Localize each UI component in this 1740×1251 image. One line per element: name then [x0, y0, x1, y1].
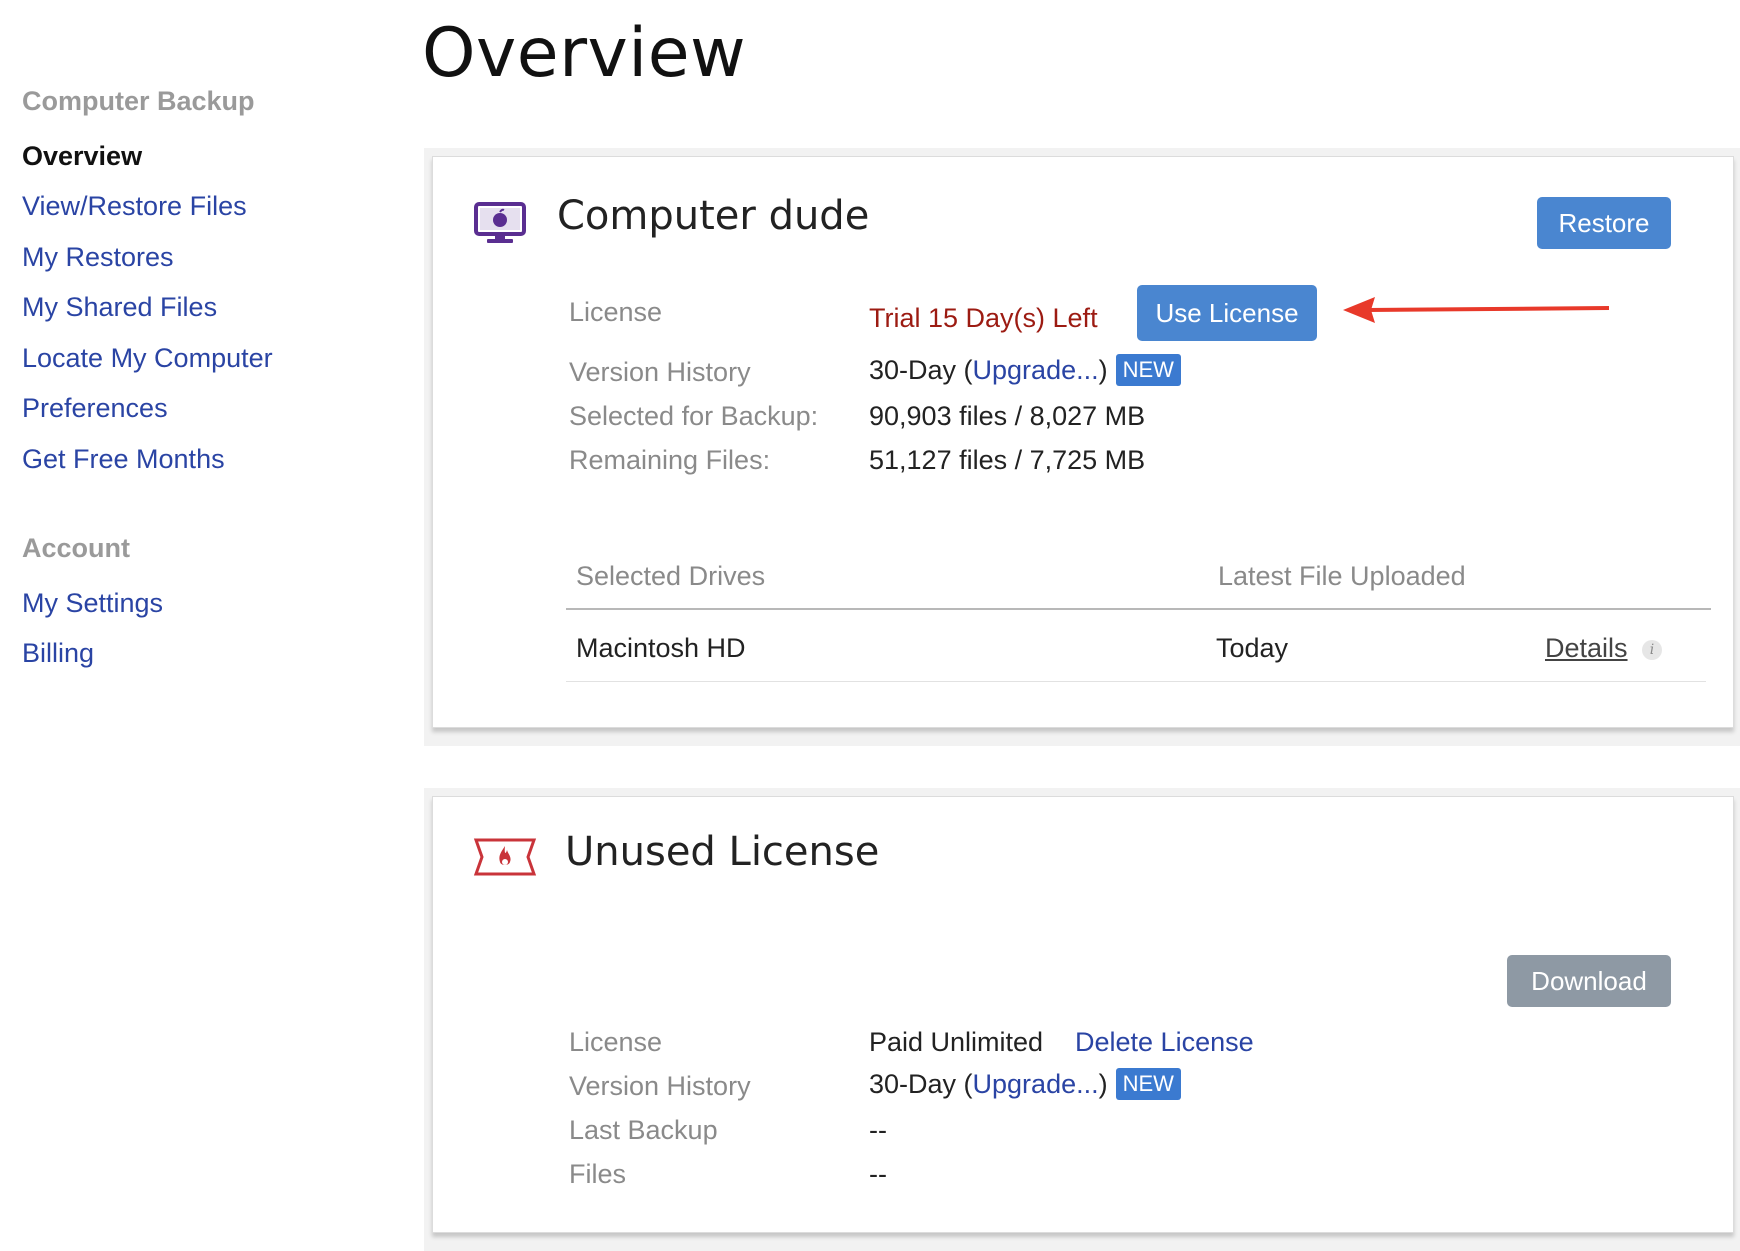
column-header-latest-file-uploaded: Latest File Uploaded — [1218, 561, 1466, 591]
license-label: License — [569, 1027, 663, 1057]
new-badge: NEW — [1115, 1067, 1181, 1100]
ticket-flame-icon — [473, 837, 537, 877]
sidebar-item-my-settings[interactable]: My Settings — [22, 588, 163, 619]
drive-name-cell: Macintosh HD — [576, 633, 746, 663]
files-value: -- — [869, 1159, 887, 1189]
remaining-files-value: 51,127 files / 7,725 MB — [869, 445, 1146, 475]
delete-license-link[interactable]: Delete License — [1075, 1027, 1254, 1058]
sidebar-item-overview[interactable]: Overview — [22, 141, 142, 172]
new-badge: NEW — [1115, 353, 1181, 386]
restore-button[interactable]: Restore — [1537, 197, 1671, 249]
sidebar-item-view-restore-files[interactable]: View/Restore Files — [22, 191, 247, 222]
unused-license-card: Unused License Download License Paid Unl… — [424, 788, 1740, 1251]
details-link[interactable]: Details — [1545, 633, 1628, 664]
upgrade-link[interactable]: Upgrade... — [973, 355, 1099, 385]
computer-card-panel: Computer dude Restore License Trial 15 D… — [432, 156, 1734, 728]
page-title: Overview — [422, 14, 747, 93]
sidebar-item-my-restores[interactable]: My Restores — [22, 242, 174, 273]
last-backup-label: Last Backup — [569, 1115, 718, 1145]
version-suffix: ) — [1098, 355, 1108, 385]
sidebar-heading-account: Account — [22, 533, 130, 563]
column-header-selected-drives: Selected Drives — [576, 561, 766, 591]
table-header-divider — [566, 608, 1711, 610]
sidebar-item-locate-my-computer[interactable]: Locate My Computer — [22, 343, 273, 374]
license-trial-value: Trial 15 Day(s) Left — [869, 303, 1098, 333]
version-prefix: 30-Day ( — [869, 1069, 973, 1099]
sidebar-item-get-free-months[interactable]: Get Free Months — [22, 444, 225, 475]
sidebar-item-my-shared-files[interactable]: My Shared Files — [22, 292, 217, 323]
sidebar-item-billing[interactable]: Billing — [22, 638, 94, 669]
last-backup-value: -- — [869, 1115, 887, 1145]
version-history-value: 30-Day (Upgrade...) NEW — [869, 353, 1181, 388]
license-paid-value: Paid Unlimited — [869, 1027, 1044, 1057]
arrow-left-icon — [1341, 293, 1613, 325]
version-history-label: Version History — [569, 1071, 751, 1101]
selected-for-backup-value: 90,903 files / 8,027 MB — [869, 401, 1146, 431]
latest-upload-cell: Today — [1216, 633, 1289, 663]
version-history-value: 30-Day (Upgrade...) NEW — [869, 1067, 1181, 1102]
upgrade-link[interactable]: Upgrade... — [973, 1069, 1099, 1099]
selected-for-backup-label: Selected for Backup: — [569, 401, 819, 431]
computer-name-title: Computer dude — [557, 193, 870, 239]
table-row-divider — [566, 681, 1706, 682]
download-button[interactable]: Download — [1507, 955, 1671, 1007]
info-icon[interactable]: i — [1642, 640, 1662, 660]
unused-license-title: Unused License — [565, 829, 880, 875]
version-prefix: 30-Day ( — [869, 355, 973, 385]
sidebar-heading-computer-backup: Computer Backup — [22, 86, 255, 116]
version-suffix: ) — [1098, 1069, 1108, 1099]
monitor-apple-icon — [473, 201, 527, 245]
use-license-button[interactable]: Use License — [1137, 285, 1317, 341]
files-label: Files — [569, 1159, 627, 1189]
computer-card: Computer dude Restore License Trial 15 D… — [424, 148, 1740, 746]
unused-license-card-panel: Unused License Download License Paid Unl… — [432, 796, 1734, 1233]
remaining-files-label: Remaining Files: — [569, 445, 771, 475]
license-label: License — [569, 297, 663, 327]
sidebar-item-preferences[interactable]: Preferences — [22, 393, 168, 424]
version-history-label: Version History — [569, 357, 751, 387]
